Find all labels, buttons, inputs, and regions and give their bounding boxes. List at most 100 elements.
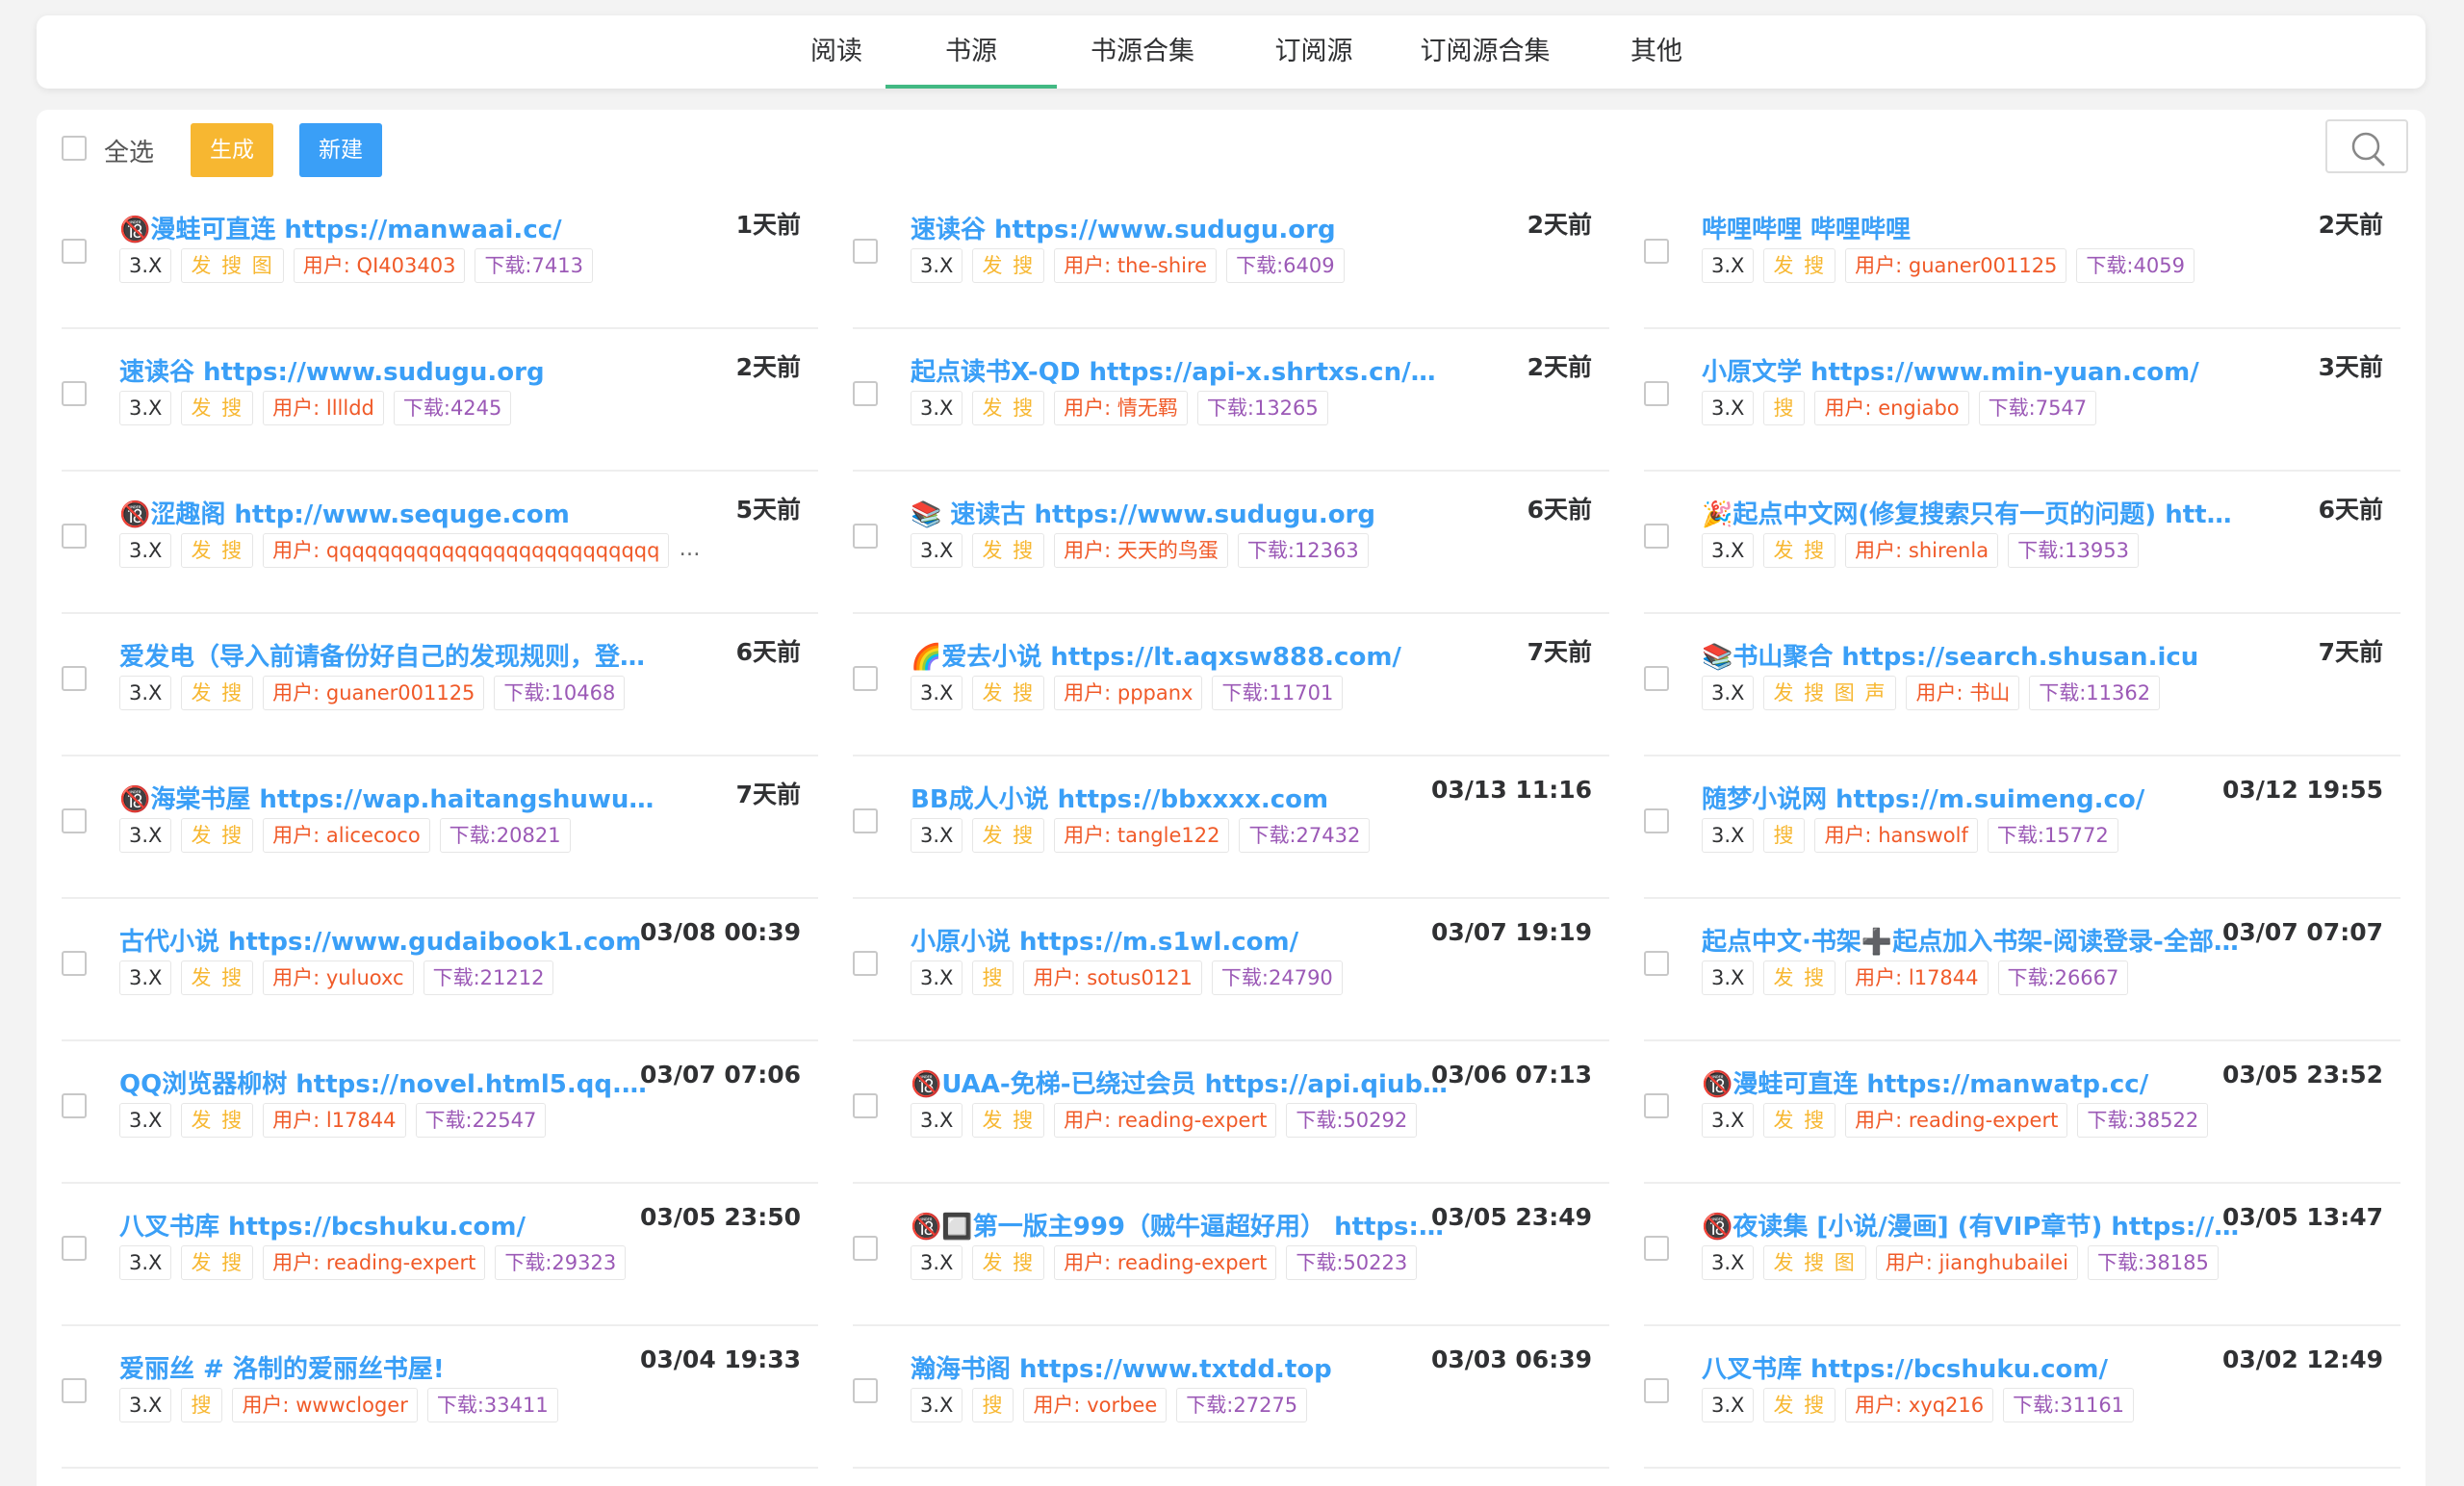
version-tag: 3.X: [119, 391, 172, 425]
version-tag: 3.X: [1702, 961, 1755, 995]
version-tag: 3.X: [119, 961, 172, 995]
source-tags: 3.X 搜用户: engiabo 下载:7547: [1702, 391, 2375, 425]
source-title-link[interactable]: 哔哩哔哩 哔哩哔哩: [1702, 210, 2241, 244]
user-tag: 用户: 天天的鸟蛋: [1054, 533, 1228, 568]
source-title-link[interactable]: 古代小说 https://www.gudaibook1.com: [119, 922, 658, 957]
item-checkbox[interactable]: [62, 1236, 87, 1261]
source-title-link[interactable]: 八叉书库 https://bcshuku.com/: [1702, 1349, 2241, 1384]
item-checkbox[interactable]: [62, 951, 87, 976]
source-title-link[interactable]: 🎉起点中文网(修复搜索只有一页的问题) https://www.qidian.c…: [1702, 495, 2241, 529]
download-count-tag: 下载:11362: [2029, 676, 2161, 710]
type-tag: 搜: [972, 1388, 1014, 1422]
tab-subscription-source[interactable]: 订阅源: [1228, 15, 1399, 89]
source-time: 03/13 11:16: [1431, 776, 1592, 804]
download-count-tag: 下载:31161: [2003, 1388, 2135, 1422]
source-title-link[interactable]: 🔞🔲第一版主999（贼牛逼超好用） https://www.diyibanzhu…: [911, 1207, 1450, 1242]
source-item: 🔞海棠书屋 https://wap.haitangshuwu.info 7天前 3.…: [62, 756, 818, 899]
type-tag: 发 搜: [1763, 248, 1836, 283]
item-checkbox[interactable]: [853, 1236, 878, 1261]
source-title-link[interactable]: 速读谷 https://www.sudugu.org: [119, 352, 658, 387]
item-checkbox[interactable]: [1644, 1236, 1669, 1261]
item-checkbox[interactable]: [853, 951, 878, 976]
item-checkbox[interactable]: [1644, 239, 1669, 264]
new-button[interactable]: 新建: [299, 123, 382, 177]
source-item: 📚书山聚合 https://search.shusan.icu 7天前 3.X 发 搜…: [1644, 614, 2400, 756]
source-title-link[interactable]: 八叉书库 https://bcshuku.com/: [119, 1207, 658, 1242]
source-tags: 3.X 发 搜用户: guaner001125 下载:4059: [1702, 248, 2375, 283]
tab-subscription-collection[interactable]: 订阅源合集: [1399, 15, 1571, 89]
item-checkbox[interactable]: [1644, 1378, 1669, 1403]
source-time: 03/06 07:13: [1431, 1061, 1592, 1089]
source-title-link[interactable]: BB成人小说 https://bbxxxx.com: [911, 780, 1450, 814]
top-tab-bar: 阅读 书源 书源合集 订阅源 订阅源合集 其他: [37, 15, 2426, 89]
item-checkbox[interactable]: [1644, 1093, 1669, 1118]
user-tag: 用户: yuluoxc: [263, 961, 414, 995]
source-title-link[interactable]: 爱丽丝 # 洛制的爱丽丝书屋!: [119, 1349, 658, 1384]
item-checkbox[interactable]: [62, 524, 87, 549]
item-checkbox[interactable]: [1644, 666, 1669, 691]
version-tag: 3.X: [119, 818, 172, 853]
source-item: 八叉书库 https://bcshuku.com/03/02 12:49 3.X 发…: [1644, 1326, 2400, 1469]
source-title-link[interactable]: 🔞漫蛙可直连 https://manwatp.cc/: [1702, 1064, 2241, 1099]
source-title-link[interactable]: 起点中文·书架➕起点加入书架-阅读登录-全部书架: [1702, 922, 2241, 957]
item-checkbox[interactable]: [853, 381, 878, 406]
source-item: 🔞🔲第一版主999（贼牛逼超好用） https://www.diyibanzhu…: [853, 1184, 1609, 1326]
source-list-panel: 全选 生成 新建 🔞漫蛙可直连 https://manwaai.cc/1天前 3.…: [37, 110, 2426, 1486]
source-time: 03/05 23:50: [640, 1203, 801, 1231]
user-tag: 用户: reading-expert: [1054, 1103, 1277, 1138]
source-time: 03/08 00:39: [640, 918, 801, 946]
source-title-link[interactable]: 🔞海棠书屋 https://wap.haitangshuwu.info: [119, 780, 658, 814]
item-checkbox[interactable]: [853, 666, 878, 691]
download-count-tag: 下载:50223: [1286, 1245, 1418, 1280]
source-title-link[interactable]: 速读谷 https://www.sudugu.org: [911, 210, 1450, 244]
tab-book-source[interactable]: 书源: [886, 15, 1057, 89]
source-title-link[interactable]: 小原文学 https://www.min-yuan.com/: [1702, 352, 2241, 387]
search-button[interactable]: [2325, 119, 2408, 173]
item-checkbox[interactable]: [1644, 381, 1669, 406]
type-tag: 发 搜: [181, 1103, 254, 1138]
source-tags: 3.X 发 搜用户: reading-expert 下载:38522: [1702, 1103, 2375, 1138]
item-checkbox[interactable]: [853, 1378, 878, 1403]
item-checkbox[interactable]: [853, 808, 878, 833]
source-title-link[interactable]: 瀚海书阁 https://www.txtdd.top: [911, 1349, 1450, 1384]
select-all-checkbox[interactable]: [62, 136, 87, 161]
download-count-tag: 下载:38185: [2087, 1245, 2219, 1280]
item-checkbox[interactable]: [62, 808, 87, 833]
item-checkbox[interactable]: [62, 381, 87, 406]
source-title-link[interactable]: 🌈爱去小说 https://lt.aqxsw888.com/: [911, 637, 1450, 672]
source-title-link[interactable]: QQ浏览器柳树 https://novel.html5.qq.com/: [119, 1064, 658, 1099]
source-time: 03/03 06:39: [1431, 1345, 1592, 1373]
source-title-link[interactable]: 📚书山聚合 https://search.shusan.icu: [1702, 637, 2241, 672]
source-tags: 3.X 搜用户: wwwcloger 下载:33411: [119, 1388, 793, 1422]
tab-book-source-collection[interactable]: 书源合集: [1057, 15, 1228, 89]
item-checkbox[interactable]: [1644, 951, 1669, 976]
item-checkbox[interactable]: [62, 666, 87, 691]
source-title-link[interactable]: 📚 速读古 https://www.sudugu.org: [911, 495, 1450, 529]
item-checkbox[interactable]: [853, 524, 878, 549]
item-checkbox[interactable]: [62, 1093, 87, 1118]
user-tag: 用户: lllldd: [263, 391, 384, 425]
item-checkbox[interactable]: [62, 1378, 87, 1403]
item-checkbox[interactable]: [853, 239, 878, 264]
source-tags: 3.X 发 搜用户: alicecoco 下载:20821: [119, 818, 793, 853]
source-title-link[interactable]: 🔞夜读集 [小说/漫画] (有VIP章节) https://www.yeduji…: [1702, 1207, 2241, 1242]
source-title-link[interactable]: 随梦小说网 https://m.suimeng.co/: [1702, 780, 2241, 814]
item-checkbox[interactable]: [1644, 808, 1669, 833]
download-count-tag: 下载:13265: [1196, 391, 1328, 425]
source-title-link[interactable]: 🔞涩趣阁 http://www.sequge.com: [119, 495, 658, 529]
tab-other[interactable]: 其他: [1571, 15, 1742, 89]
source-title-link[interactable]: 🔞UAA-免梯-已绕过会员 https://api.qiubai.icu: [911, 1064, 1450, 1099]
item-checkbox[interactable]: [1644, 524, 1669, 549]
user-tag: 用户: reading-expert: [1054, 1245, 1277, 1280]
generate-button[interactable]: 生成: [191, 123, 273, 177]
source-title-link[interactable]: 起点读书X-QD https://api-x.shrtxs.cn/qd/: [911, 352, 1450, 387]
item-checkbox[interactable]: [853, 1093, 878, 1118]
user-tag: 用户: sotus0121: [1023, 961, 1202, 995]
source-title-link[interactable]: 小原小说 https://m.s1wl.com/: [911, 922, 1450, 957]
source-title-link[interactable]: 🔞漫蛙可直连 https://manwaai.cc/: [119, 210, 658, 244]
source-title-link[interactable]: 爱发电（导入前请备份好自己的发现规则，登录后使用）: [119, 637, 658, 672]
source-item: 🌈爱去小说 https://lt.aqxsw888.com/7天前 3.X 发 搜用…: [853, 614, 1609, 756]
select-all-label[interactable]: 全选: [104, 133, 154, 168]
source-time: 2天前: [2318, 211, 2383, 239]
item-checkbox[interactable]: [62, 239, 87, 264]
